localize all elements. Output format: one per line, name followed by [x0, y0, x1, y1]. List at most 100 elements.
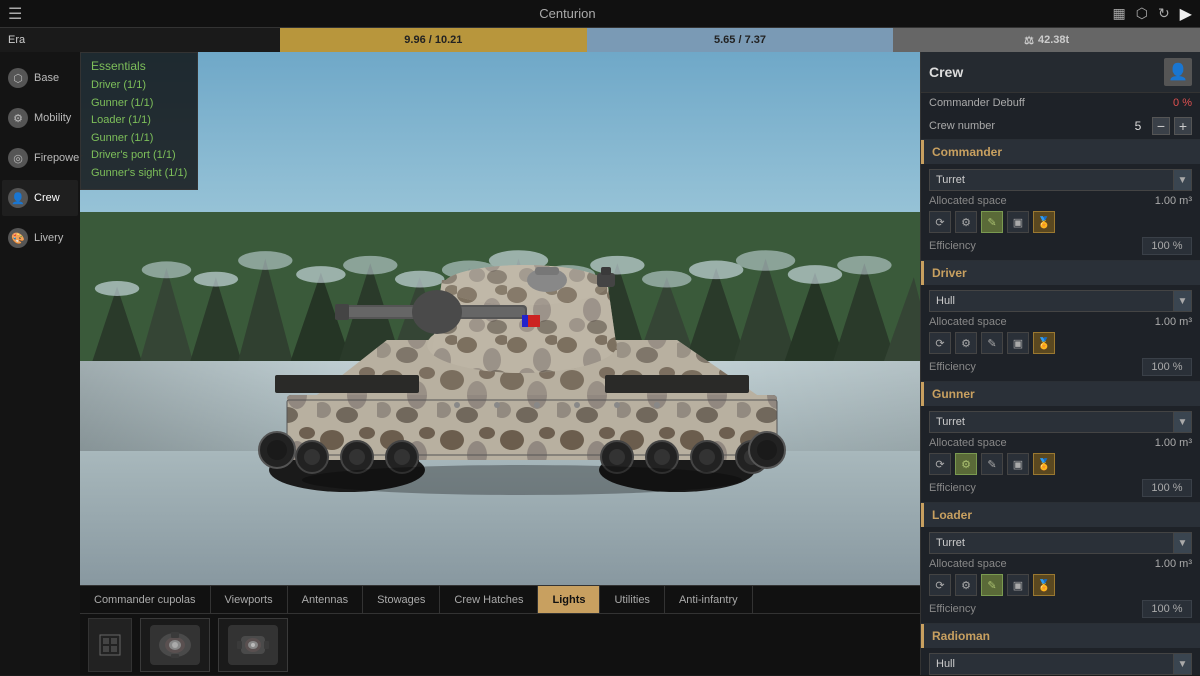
toolbar-tabs: Commander cupolas Viewports Antennas Sto… — [80, 586, 920, 614]
driver-icons-row: ⟳ ⚙ ✎ ▣ 🏅 — [929, 332, 1192, 354]
driver-icon-medal[interactable]: 🏅 — [1033, 332, 1055, 354]
tab-anti-infantry[interactable]: Anti-infantry — [665, 586, 753, 613]
gunner-select-arrow: ▼ — [1174, 411, 1192, 433]
loader-icon-edit[interactable]: ✎ — [981, 574, 1003, 596]
commander-efficiency-val: 100 % — [1142, 237, 1192, 255]
commander-icon-gear[interactable]: ⚙ — [955, 211, 977, 233]
sidebar-label-base: Base — [34, 72, 59, 84]
loader-icons-row: ⟳ ⚙ ✎ ▣ 🏅 — [929, 574, 1192, 596]
commander-icon-edit[interactable]: ✎ — [981, 211, 1003, 233]
crew-number-value: 5 — [1128, 119, 1148, 133]
commander-efficiency-row: Efficiency 100 % — [929, 237, 1192, 255]
loader-icon-box[interactable]: ▣ — [1007, 574, 1029, 596]
firepower-icon: ◎ — [8, 148, 28, 168]
tab-lights[interactable]: Lights — [538, 586, 600, 613]
tab-antennas[interactable]: Antennas — [288, 586, 363, 613]
loader-efficiency-label: Efficiency — [929, 603, 976, 615]
gunner-position-select[interactable]: Turret Hull — [929, 411, 1174, 433]
top-bar: ☰ Centurion ▦ ⬡ ↻ ▶ — [0, 0, 1200, 28]
driver-section: Driver Hull Turret ▼ Allocated space 1.0… — [921, 261, 1200, 382]
gunner-efficiency-label: Efficiency — [929, 482, 976, 494]
commander-allocated-val: 1.00 m³ — [1155, 195, 1192, 207]
commander-select-arrow: ▼ — [1174, 169, 1192, 191]
tab-utilities[interactable]: Utilities — [600, 586, 664, 613]
item-circle-2 — [228, 625, 278, 665]
toolbar-item-2[interactable] — [218, 618, 288, 672]
tab-stowages[interactable]: Stowages — [363, 586, 440, 613]
gunner-section-body: Turret Hull ▼ Allocated space 1.00 m³ ⟳ … — [921, 406, 1200, 502]
crew-header: Crew 👤 — [921, 52, 1200, 93]
commander-icon-medal[interactable]: 🏅 — [1033, 211, 1055, 233]
essentials-title: Essentials — [91, 59, 187, 73]
driver-section-body: Hull Turret ▼ Allocated space 1.00 m³ ⟳ … — [921, 285, 1200, 381]
loader-position-select[interactable]: Turret Hull — [929, 532, 1174, 554]
tab-commander-cupolas[interactable]: Commander cupolas — [80, 586, 211, 613]
essentials-item-5: Driver's port (1/1) — [91, 147, 187, 165]
radioman-position-select[interactable]: Hull Turret — [929, 653, 1174, 675]
commander-icon-reload[interactable]: ⟳ — [929, 211, 951, 233]
driver-icon-gear[interactable]: ⚙ — [955, 332, 977, 354]
gunner-section-header: Gunner — [921, 382, 1200, 406]
loader-efficiency-val: 100 % — [1142, 600, 1192, 618]
driver-position-select[interactable]: Hull Turret — [929, 290, 1174, 312]
toolbar-item-1[interactable] — [140, 618, 210, 672]
driver-icon-edit[interactable]: ✎ — [981, 332, 1003, 354]
commander-debuff-label: Commander Debuff — [929, 97, 1025, 109]
sidebar-item-firepower[interactable]: ◎ Firepower — [2, 140, 78, 176]
gallery-icon[interactable]: ▦ — [1112, 5, 1125, 22]
gunner-icon-edit[interactable]: ✎ — [981, 453, 1003, 475]
gunner-icon-reload[interactable]: ⟳ — [929, 453, 951, 475]
gunner-icon-box[interactable]: ▣ — [1007, 453, 1029, 475]
crew-panel: Crew 👤 Commander Debuff 0 % Crew number … — [920, 52, 1200, 675]
crew-number-label: Crew number — [929, 120, 995, 132]
driver-efficiency-val: 100 % — [1142, 358, 1192, 376]
sidebar-item-livery[interactable]: 🎨 Livery — [2, 220, 78, 256]
loader-icon-gear[interactable]: ⚙ — [955, 574, 977, 596]
commander-section: Commander Turret Hull ▼ Allocated space … — [921, 140, 1200, 261]
gunner-icons-row: ⟳ ⚙ ✎ ▣ 🏅 — [929, 453, 1192, 475]
crew-number-decrement[interactable]: − — [1152, 117, 1170, 135]
sidebar-item-mobility[interactable]: ⚙ Mobility — [2, 100, 78, 136]
loader-section-header: Loader — [921, 503, 1200, 527]
refresh-icon[interactable]: ↻ — [1158, 5, 1170, 22]
gunner-position-row: Turret Hull ▼ — [929, 411, 1192, 433]
radioman-section-body: Hull Turret ▼ Allocated space 0.60 m³ ⟳ … — [921, 648, 1200, 675]
commander-position-select[interactable]: Turret Hull — [929, 169, 1174, 191]
info-icon[interactable]: ⬡ — [1136, 5, 1148, 22]
loader-icon-medal[interactable]: 🏅 — [1033, 574, 1055, 596]
sidebar-item-base[interactable]: ⬡ Base — [2, 60, 78, 96]
gunner-icon-medal[interactable]: 🏅 — [1033, 453, 1055, 475]
radioman-section-header: Radioman — [921, 624, 1200, 648]
loader-position-row: Turret Hull ▼ — [929, 532, 1192, 554]
driver-section-header: Driver — [921, 261, 1200, 285]
essentials-item-1: Driver (1/1) — [91, 77, 187, 95]
commander-debuff-pct: 0 % — [1173, 97, 1192, 109]
commander-icon-box[interactable]: ▣ — [1007, 211, 1029, 233]
sidebar-item-crew[interactable]: 👤 Crew — [2, 180, 78, 216]
gunner-efficiency-row: Efficiency 100 % — [929, 479, 1192, 497]
gunner-icon-gear[interactable]: ⚙ — [955, 453, 977, 475]
tab-crew-hatches[interactable]: Crew Hatches — [440, 586, 538, 613]
commander-allocated-label: Allocated space — [929, 195, 1007, 207]
top-bar-icons: ▦ ⬡ ↻ ▶ — [1112, 4, 1192, 24]
toolbar-side-icon — [88, 618, 132, 672]
bottom-toolbar: Commander cupolas Viewports Antennas Sto… — [80, 585, 920, 675]
menu-icon[interactable]: ☰ — [8, 4, 22, 24]
tab-viewports[interactable]: Viewports — [211, 586, 288, 613]
essentials-item-4: Gunner (1/1) — [91, 130, 187, 148]
loader-select-arrow: ▼ — [1174, 532, 1192, 554]
base-icon: ⬡ — [8, 68, 28, 88]
crew-number-increment[interactable]: + — [1174, 117, 1192, 135]
radioman-position-row: Hull Turret ▼ — [929, 653, 1192, 675]
tank-display — [257, 185, 797, 505]
loader-icon-reload[interactable]: ⟳ — [929, 574, 951, 596]
play-button[interactable]: ▶ — [1180, 4, 1192, 24]
sidebar-label-livery: Livery — [34, 232, 63, 244]
driver-icon-reload[interactable]: ⟳ — [929, 332, 951, 354]
stat-segment-3: ⚖ 42.38t — [893, 28, 1200, 52]
gunner-allocated-val: 1.00 m³ — [1155, 437, 1192, 449]
stat-value-3: 42.38t — [1038, 34, 1069, 46]
crew-number-controls: 5 − + — [1128, 117, 1192, 135]
essentials-panel: Essentials Driver (1/1) Gunner (1/1) Loa… — [80, 52, 198, 190]
driver-icon-box[interactable]: ▣ — [1007, 332, 1029, 354]
